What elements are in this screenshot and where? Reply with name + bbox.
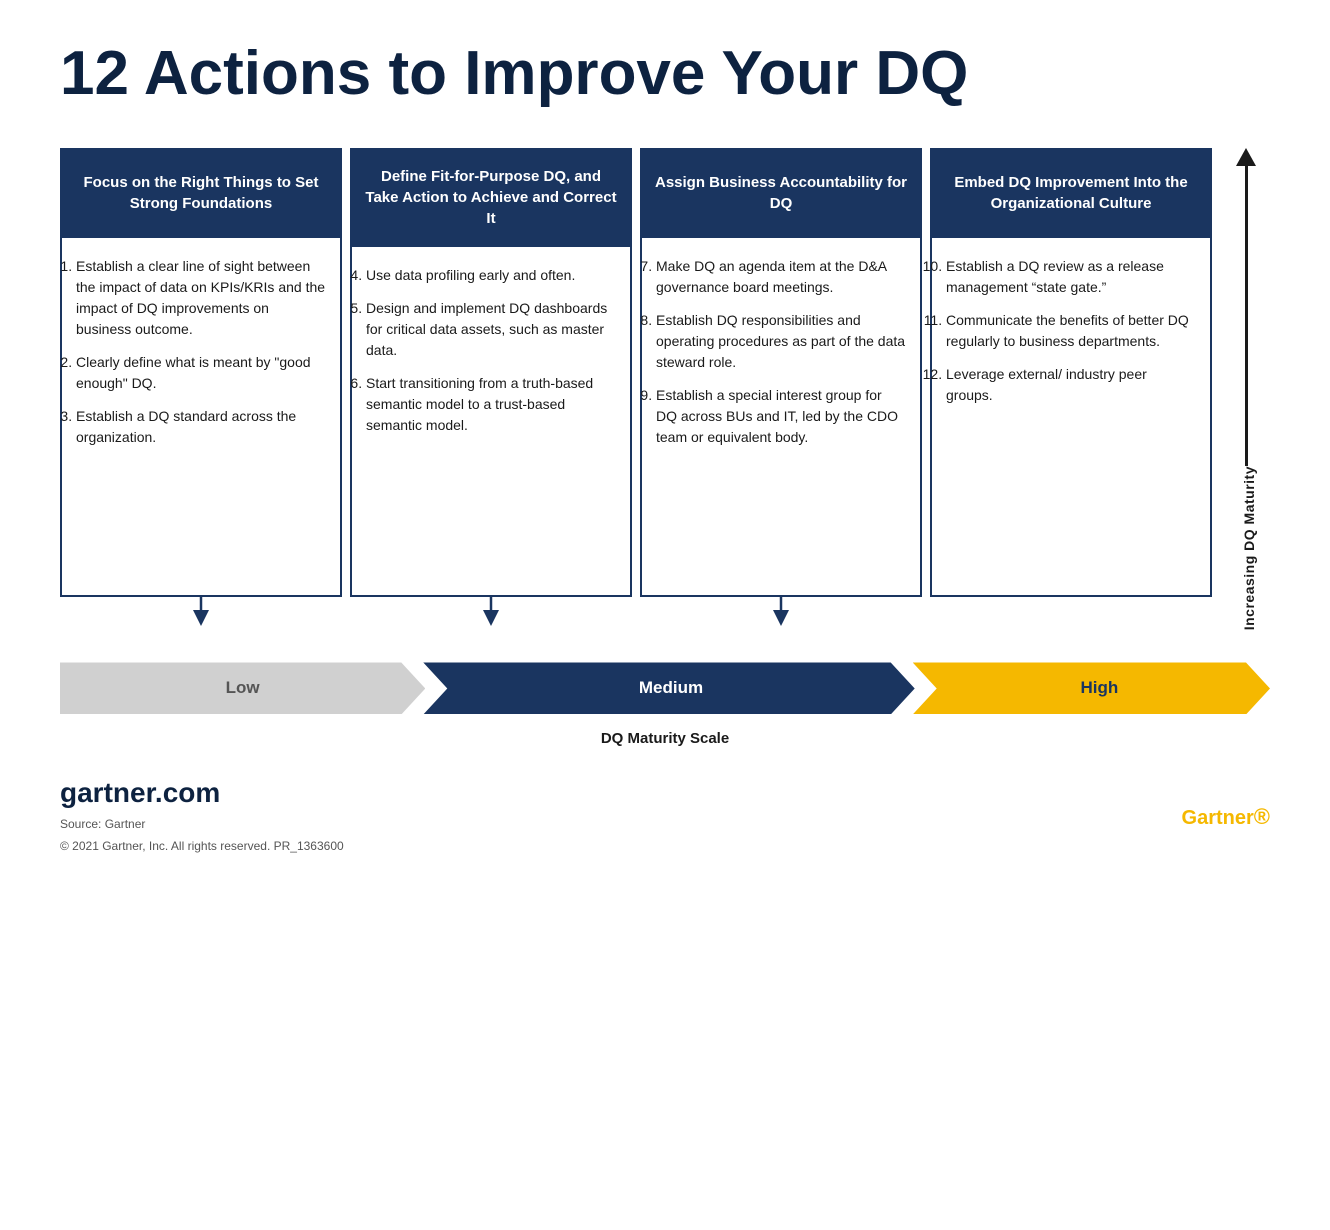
diagram-area: Focus on the Right Things to Set Strong … [60,148,1270,630]
col3-body: Make DQ an agenda item at the D&A govern… [640,238,922,597]
maturity-scale: Low Medium High [60,662,1270,714]
col1-item-2: Clearly define what is meant by "good en… [76,352,326,394]
col1-header: Focus on the Right Things to Set Strong … [60,148,342,238]
col4-item-3: Leverage external/ industry peer groups. [946,364,1196,406]
col4-item-1: Establish a DQ review as a release manag… [946,256,1196,298]
col3-item-1: Make DQ an agenda item at the D&A govern… [656,256,906,298]
arrow-head-up [1236,148,1256,166]
col1-item-3: Establish a DQ standard across the organ… [76,406,326,448]
col4-header: Embed DQ Improvement Into the Organizati… [930,148,1212,238]
col3-header: Assign Business Accountability for DQ [640,148,922,238]
vertical-maturity-arrow: Increasing DQ Maturity [1222,148,1270,630]
column-2: Define Fit-for-Purpose DQ, and Take Acti… [350,148,632,630]
arrow-medium: Medium [423,662,914,714]
col2-item-2: Design and implement DQ dashboards for c… [366,298,616,361]
col2-item-1: Use data profiling early and often. [366,265,616,286]
col1-down-arrow [60,596,342,630]
col3-item-2: Establish DQ responsibilities and operat… [656,310,906,373]
maturity-scale-label: DQ Maturity Scale [60,730,1270,747]
footer: gartner.com Source: Gartner © 2021 Gartn… [60,777,1270,853]
vertical-axis-label: Increasing DQ Maturity [1241,466,1257,630]
brand-name: Gartner [1182,807,1254,829]
page-title: 12 Actions to Improve Your DQ [60,40,1270,108]
col1-item-1: Establish a clear line of sight between … [76,256,326,340]
col3-down-arrow [640,596,922,630]
vertical-arrow [1236,148,1256,466]
col4-body: Establish a DQ review as a release manag… [930,238,1212,597]
col4-item-2: Communicate the benefits of better DQ re… [946,310,1196,352]
high-label: High [1080,678,1118,698]
column-4: Embed DQ Improvement Into the Organizati… [930,148,1212,630]
source-line1: Source: Gartner [60,817,344,831]
arrow-low: Low [60,662,425,714]
medium-label: Medium [639,678,703,698]
arrow-high: High [913,662,1270,714]
col2-body: Use data profiling early and often. Desi… [350,247,632,597]
footer-right: Gartner® [1182,798,1270,853]
brand-symbol: ® [1254,804,1270,829]
footer-left: gartner.com Source: Gartner © 2021 Gartn… [60,777,344,853]
column-1: Focus on the Right Things to Set Strong … [60,148,342,630]
arrow-line [1245,166,1248,466]
website-url: gartner.com [60,777,344,809]
col2-item-3: Start transitioning from a truth-based s… [366,373,616,436]
col1-body: Establish a clear line of sight between … [60,238,342,597]
column-3: Assign Business Accountability for DQ Ma… [640,148,922,630]
low-label: Low [226,678,260,698]
col2-down-arrow [350,596,632,630]
col2-header: Define Fit-for-Purpose DQ, and Take Acti… [350,148,632,247]
source-line2: © 2021 Gartner, Inc. All rights reserved… [60,839,344,853]
col3-item-3: Establish a special interest group for D… [656,385,906,448]
gartner-brand: Gartner® [1182,798,1270,853]
columns-wrapper: Focus on the Right Things to Set Strong … [60,148,1212,630]
